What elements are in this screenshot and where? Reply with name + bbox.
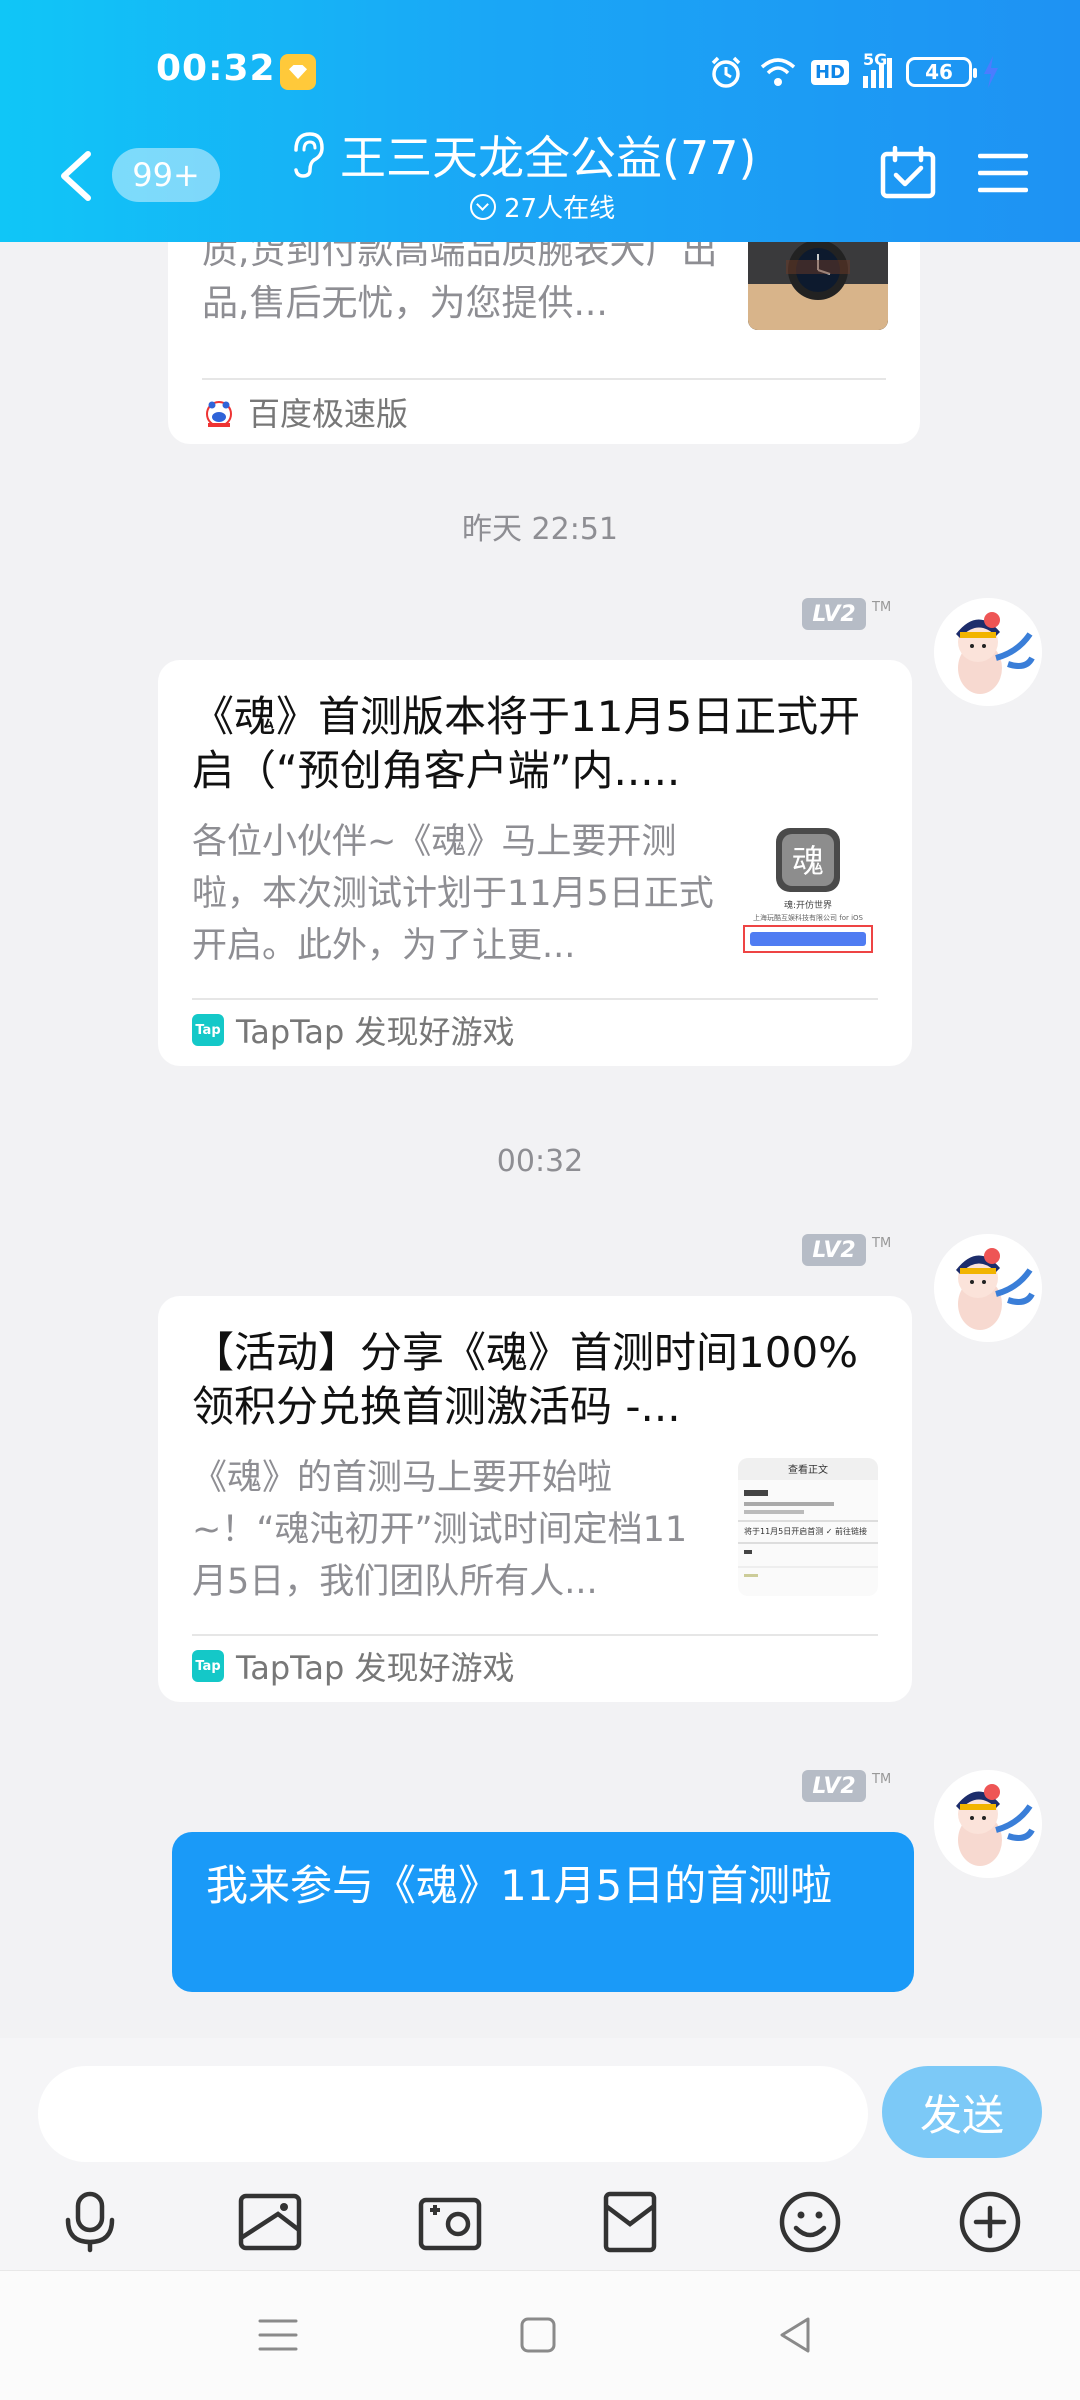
calendar-check-icon[interactable] bbox=[880, 146, 936, 200]
hd-badge: HD bbox=[810, 59, 849, 85]
back-button[interactable] bbox=[56, 148, 96, 204]
charging-icon bbox=[984, 56, 998, 88]
wifi-icon bbox=[760, 58, 796, 86]
alarm-icon bbox=[711, 56, 741, 88]
thumb-article-line: 将于11月5日开启首测 ✓ 前往链接 bbox=[744, 1526, 867, 1536]
chevron-down-circle-icon bbox=[470, 193, 496, 220]
message-bubble-own[interactable]: 我来参与《魂》11月5日的首测啦 bbox=[172, 1832, 914, 1992]
link-card-baidu[interactable]: 质,货到付款高端品质腕表大厂出品,售后无忧，为您提供... 百度极速版 bbox=[168, 242, 920, 444]
game-thumbnail: 魂 魂:开仿世界 上海玩酷互娱科技有限公司 for iOS bbox=[738, 822, 878, 960]
tm-mark: TM bbox=[872, 600, 892, 615]
link-card-taptap-2[interactable]: 【活动】分享《魂》首测时间100%领积分兑换首测激活码 -... 《魂》的首测马… bbox=[158, 1296, 912, 1702]
red-packet-icon[interactable] bbox=[598, 2190, 662, 2254]
status-time: 00:32 bbox=[156, 48, 276, 89]
chat-header: 00:32 HD 5G 46 99+ 王三天龙全公益(77) 27人在线 bbox=[0, 0, 1080, 242]
back-triangle-icon[interactable] bbox=[772, 2311, 820, 2359]
level-badge: LV2 bbox=[802, 1234, 866, 1266]
taptap-logo-icon: Tap bbox=[192, 1014, 224, 1046]
status-bar: 00:32 HD 5G 46 bbox=[0, 0, 1080, 140]
input-toolbar bbox=[0, 2178, 1080, 2258]
tm-mark: TM bbox=[872, 1236, 892, 1251]
status-icons: HD 5G 46 bbox=[707, 52, 1000, 92]
level-badge: LV2 bbox=[802, 1770, 866, 1802]
online-status[interactable]: 27人在线 bbox=[470, 188, 615, 225]
card-source: 百度极速版 bbox=[202, 392, 409, 433]
image-icon[interactable] bbox=[238, 2190, 302, 2254]
card-source: Tap TapTap 发现好游戏 bbox=[192, 1646, 515, 1687]
avatar[interactable] bbox=[934, 598, 1042, 706]
message-input[interactable] bbox=[38, 2066, 868, 2162]
card-divider bbox=[202, 378, 886, 380]
baidu-logo-icon bbox=[206, 401, 232, 427]
taptap-logo-icon: Tap bbox=[192, 1650, 224, 1682]
unread-count-badge[interactable]: 99+ bbox=[112, 148, 220, 202]
system-navigation-bar bbox=[0, 2270, 1080, 2400]
home-icon[interactable] bbox=[514, 2311, 562, 2359]
menu-icon[interactable] bbox=[978, 152, 1028, 194]
avatar[interactable] bbox=[934, 1770, 1042, 1878]
vip-diamond-icon bbox=[280, 54, 316, 90]
watch-thumbnail bbox=[748, 242, 888, 330]
tm-mark: TM bbox=[872, 1772, 892, 1787]
card-title: 【活动】分享《魂》首测时间100%领积分兑换首测激活码 -... bbox=[192, 1328, 859, 1431]
timestamp: 昨天 22:51 bbox=[462, 512, 618, 547]
card-description: 质,货到付款高端品质腕表大厂出品,售后无忧，为您提供... bbox=[202, 242, 718, 324]
send-button[interactable]: 发送 bbox=[882, 2066, 1042, 2158]
source-name: 百度极速版 bbox=[248, 395, 409, 433]
input-area: 发送 bbox=[0, 2038, 1080, 2270]
thumb-game-title: 魂:开仿世界 bbox=[784, 899, 832, 911]
camera-icon[interactable] bbox=[418, 2190, 482, 2254]
card-divider bbox=[192, 1634, 878, 1636]
microphone-icon[interactable] bbox=[58, 2190, 122, 2254]
battery-indicator: 46 bbox=[906, 57, 977, 87]
plus-circle-icon[interactable] bbox=[958, 2190, 1022, 2254]
thumb-article-header: 查看正文 bbox=[788, 1463, 828, 1476]
source-name: TapTap 发现好游戏 bbox=[236, 1013, 515, 1051]
battery-level: 46 bbox=[925, 60, 953, 84]
svg-text:魂: 魂 bbox=[792, 842, 824, 880]
card-title: 《魂》首测版本将于11月5日正式开启（“预创角客户端”内..... bbox=[192, 692, 861, 795]
card-description: 《魂》的首测马上要开始啦~！“魂沌初开”测试时间定档11月5日，我们团队所有人.… bbox=[192, 1458, 688, 1602]
card-description: 各位小伙伴~《魂》马上要开测啦，本次测试计划于11月5日正式开启。此外，为了让更… bbox=[192, 822, 714, 966]
level-badge: LV2 bbox=[802, 598, 866, 630]
timestamp: 00:32 bbox=[496, 1144, 584, 1179]
avatar[interactable] bbox=[934, 1234, 1042, 1342]
emoji-icon[interactable] bbox=[778, 2190, 842, 2254]
signal-icon: 5G bbox=[863, 52, 892, 88]
online-count-text: 27人在线 bbox=[504, 194, 616, 224]
thumb-company: 上海玩酷互娱科技有限公司 for iOS bbox=[753, 913, 864, 922]
card-divider bbox=[192, 998, 878, 1000]
card-source: Tap TapTap 发现好游戏 bbox=[192, 1010, 515, 1051]
group-title[interactable]: 王三天龙全公益(77) bbox=[340, 122, 756, 188]
message-list[interactable]: 质,货到付款高端品质腕表大厂出品,售后无忧，为您提供... 百度极速版 昨天 2… bbox=[0, 242, 1080, 2038]
recent-apps-icon[interactable] bbox=[254, 2311, 302, 2359]
link-card-taptap-1[interactable]: 《魂》首测版本将于11月5日正式开启（“预创角客户端”内..... 各位小伙伴~… bbox=[158, 660, 912, 1066]
network-type: 5G bbox=[863, 50, 888, 69]
article-thumbnail: 查看正文 将于11月5日开启首测 ✓ 前往链接 bbox=[738, 1458, 878, 1596]
source-name: TapTap 发现好游戏 bbox=[236, 1649, 515, 1687]
ear-icon[interactable] bbox=[286, 130, 326, 180]
